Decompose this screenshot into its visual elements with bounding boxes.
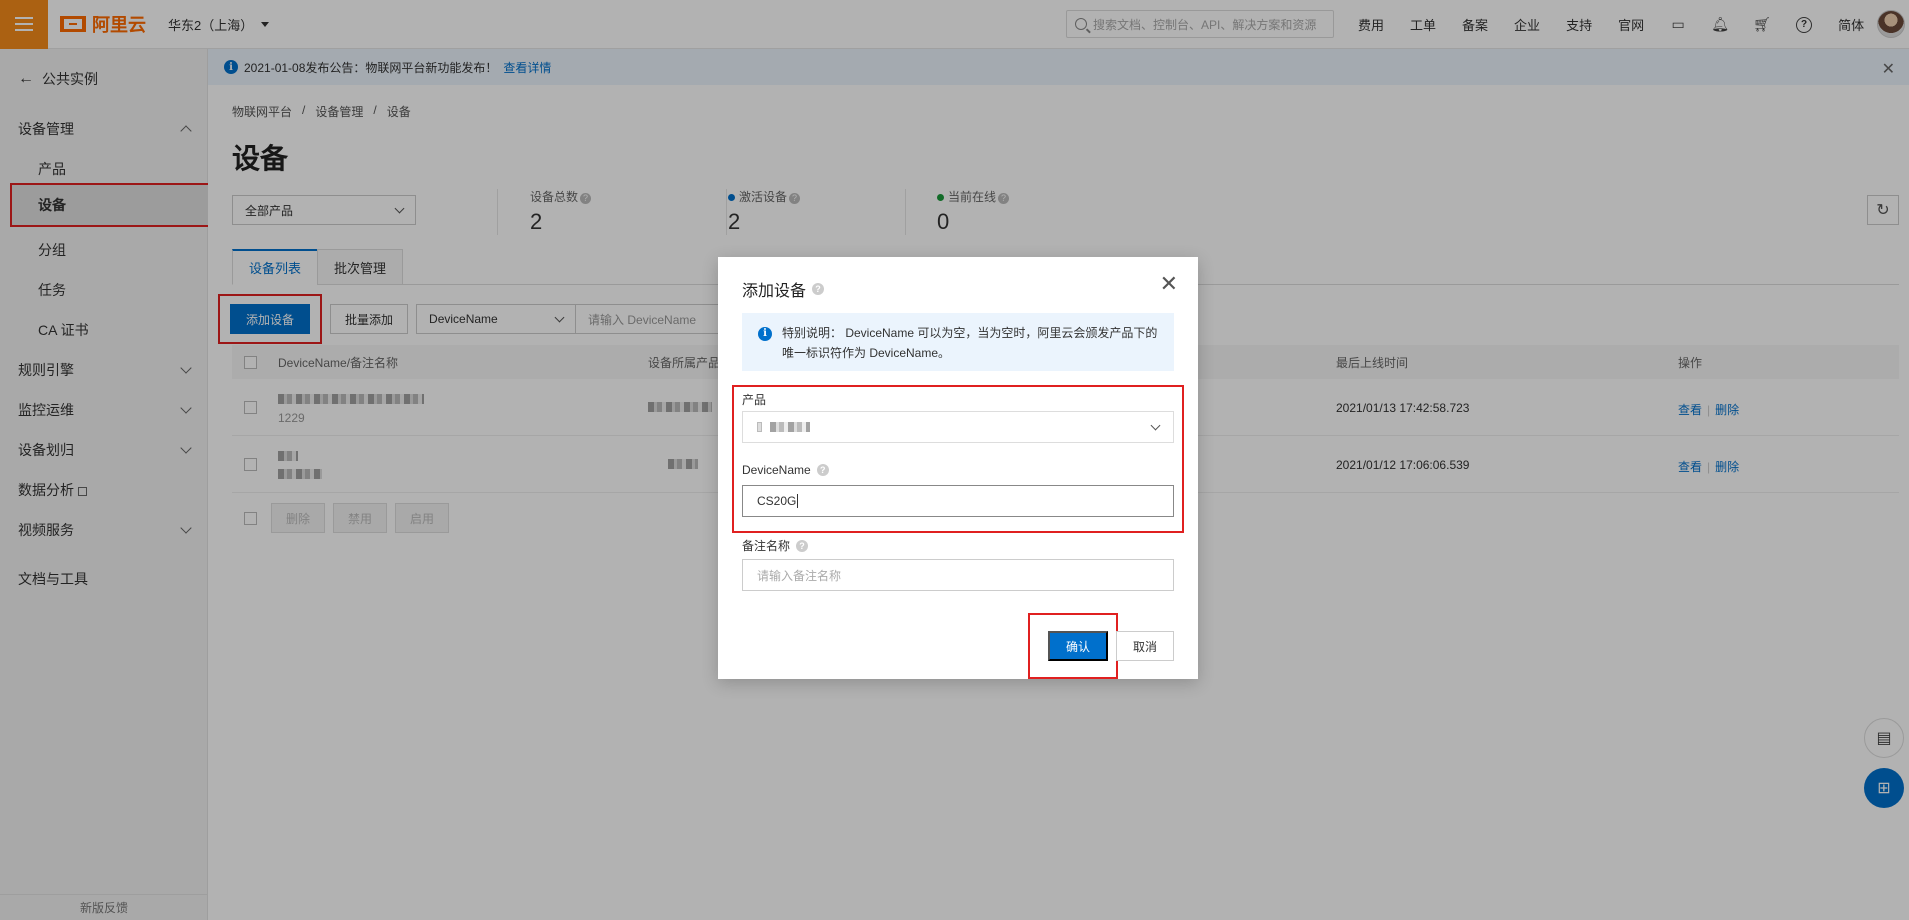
product-label-text: 产品: [742, 393, 767, 407]
product-value-redacted: [757, 422, 810, 432]
remark-input[interactable]: 请输入备注名称: [742, 559, 1174, 591]
chevron-down-icon: [1150, 420, 1161, 430]
help-icon[interactable]: ?: [816, 464, 829, 476]
remark-label-text: 备注名称: [742, 539, 791, 553]
cancel-button[interactable]: 取消: [1116, 631, 1174, 661]
help-icon[interactable]: ?: [796, 539, 809, 552]
close-icon[interactable]: ✕: [1160, 273, 1178, 295]
dialog-title-text: 添加设备: [742, 283, 807, 300]
add-device-dialog: 添加设备 ? ✕ i 特别说明： DeviceName 可以为空，当为空时，阿里…: [718, 257, 1198, 679]
dialog-title: 添加设备 ?: [742, 277, 825, 301]
remark-placeholder: 请输入备注名称: [757, 568, 842, 583]
text-cursor: [797, 494, 799, 508]
confirm-button[interactable]: 确认: [1048, 631, 1108, 661]
devicename-input[interactable]: CS20G: [742, 485, 1174, 517]
dialog-info-text: 特别说明： DeviceName 可以为空，当为空时，阿里云会颁发产品下的唯一标…: [782, 326, 1158, 360]
product-select[interactable]: [742, 411, 1174, 443]
devicename-label: DeviceName ?: [742, 463, 829, 477]
devicename-value: CS20G: [757, 494, 797, 508]
product-label: 产品: [742, 391, 766, 408]
info-icon: i: [758, 327, 772, 341]
dialog-info-box: i 特别说明： DeviceName 可以为空，当为空时，阿里云会颁发产品下的唯…: [742, 313, 1174, 371]
help-icon[interactable]: ?: [812, 283, 825, 295]
devicename-label-text: DeviceName: [742, 463, 811, 477]
remark-label: 备注名称 ?: [742, 537, 809, 554]
